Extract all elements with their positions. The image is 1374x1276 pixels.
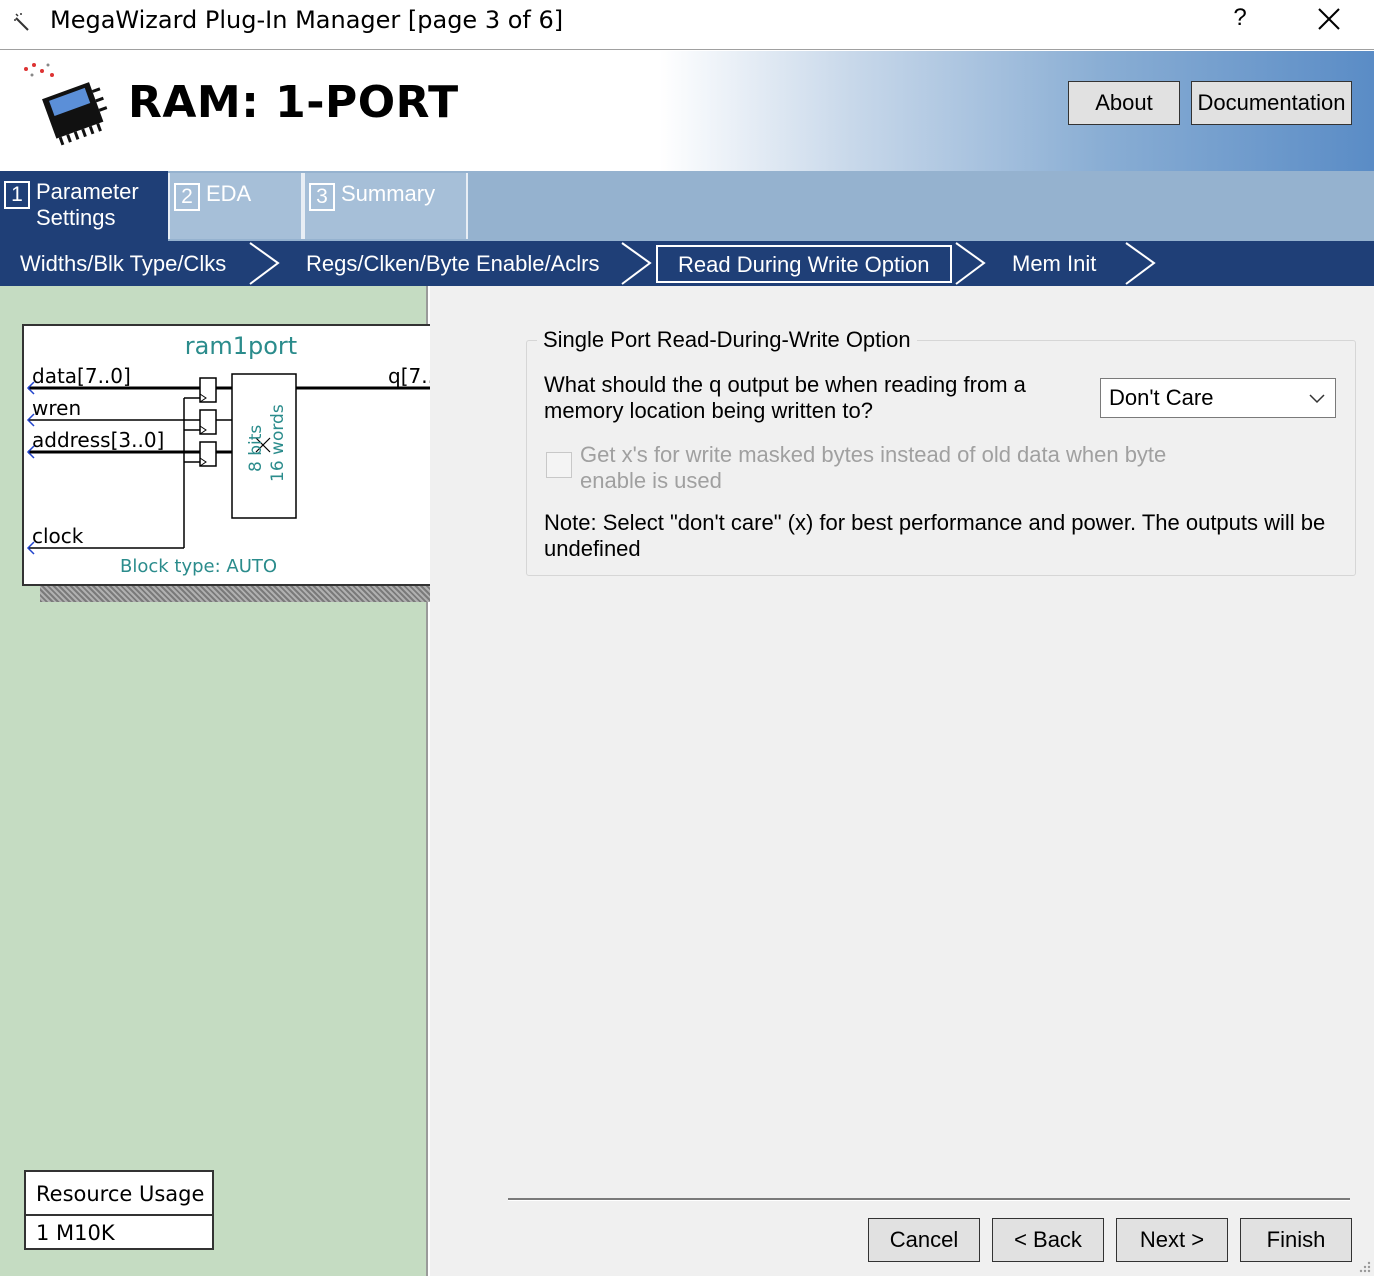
chevron-right-icon bbox=[621, 242, 652, 285]
tab-label: EDA bbox=[206, 181, 252, 206]
diagram-title: ram1port bbox=[184, 332, 298, 360]
block-diagram: ram1port data[7..0] wren address[3..0] c… bbox=[22, 324, 460, 586]
tab-number: 2 bbox=[174, 183, 200, 211]
port-wren: wren bbox=[32, 396, 82, 420]
resource-usage-header: Resource Usage bbox=[26, 1172, 212, 1216]
tab-label: Summary bbox=[341, 181, 436, 206]
close-icon[interactable] bbox=[1316, 6, 1342, 32]
tab-bar: 1 Parameter Settings 2 EDA 3 Summary bbox=[0, 171, 1374, 241]
wand-icon bbox=[14, 13, 29, 31]
title-bar: MegaWizard Plug-In Manager [page 3 of 6]… bbox=[0, 0, 1374, 50]
resize-grip-icon[interactable] bbox=[1358, 1260, 1372, 1274]
chevron-down-icon bbox=[1309, 394, 1325, 404]
select-value: Don't Care bbox=[1109, 385, 1214, 410]
read-during-write-select[interactable]: Don't Care bbox=[1100, 378, 1336, 418]
help-button[interactable]: ? bbox=[1228, 4, 1252, 32]
group-title: Single Port Read-During-Write Option bbox=[537, 327, 917, 353]
options-panel: Single Port Read-During-Write Option Wha… bbox=[430, 286, 1374, 1276]
left-panel: ram1port data[7..0] wren address[3..0] c… bbox=[0, 286, 474, 1276]
port-address: address[3..0] bbox=[32, 428, 165, 452]
header-banner: RAM: 1-PORT About Documentation bbox=[0, 51, 1374, 171]
cancel-button[interactable]: Cancel bbox=[868, 1218, 980, 1262]
chevron-right-icon bbox=[249, 242, 280, 285]
chevron-right-icon bbox=[1125, 242, 1156, 285]
resource-usage-value: 1 M10K bbox=[36, 1221, 115, 1245]
port-clock: clock bbox=[32, 524, 84, 548]
block-type-label: Block type: AUTO bbox=[120, 556, 278, 577]
note-text: Note: Select "don't care" (x) for best p… bbox=[544, 510, 1326, 561]
subnav-mem-init[interactable]: Mem Init bbox=[1012, 241, 1096, 286]
tab-label: Parameter Settings bbox=[36, 179, 139, 230]
tab-parameter-settings[interactable]: 1 Parameter Settings bbox=[0, 171, 168, 241]
footer-separator bbox=[508, 1198, 1350, 1201]
back-button[interactable]: < Back bbox=[992, 1218, 1104, 1262]
chevron-right-icon bbox=[955, 242, 986, 285]
window-title: MegaWizard Plug-In Manager [page 3 of 6] bbox=[50, 6, 564, 34]
tab-number: 3 bbox=[309, 183, 335, 211]
masked-bytes-checkbox[interactable] bbox=[546, 452, 572, 478]
question-label: What should the q output be when reading… bbox=[544, 372, 1026, 423]
next-button[interactable]: Next > bbox=[1116, 1218, 1228, 1262]
finish-button[interactable]: Finish bbox=[1240, 1218, 1352, 1262]
subnav-widths[interactable]: Widths/Blk Type/Clks bbox=[20, 241, 226, 286]
port-data: data[7..0] bbox=[32, 364, 131, 388]
subnav-regs[interactable]: Regs/Clken/Byte Enable/Aclrs bbox=[306, 241, 599, 286]
sub-navigation: Widths/Blk Type/Clks Regs/Clken/Byte Ena… bbox=[0, 241, 1374, 286]
chip-logo-icon bbox=[24, 63, 108, 146]
documentation-button[interactable]: Documentation bbox=[1191, 81, 1352, 125]
tab-summary[interactable]: 3 Summary bbox=[303, 173, 468, 239]
resource-usage-box: Resource Usage 1 M10K bbox=[24, 1170, 214, 1250]
subnav-read-during-write[interactable]: Read During Write Option bbox=[656, 245, 952, 283]
tab-number: 1 bbox=[4, 181, 30, 209]
about-button[interactable]: About bbox=[1068, 81, 1180, 125]
masked-bytes-label: Get x's for write masked bytes instead o… bbox=[580, 442, 1167, 493]
bits-label: 8 bits bbox=[246, 424, 266, 472]
tab-eda[interactable]: 2 EDA bbox=[168, 173, 303, 239]
page-title: RAM: 1-PORT bbox=[128, 77, 459, 128]
words-label: 16 words bbox=[268, 404, 288, 482]
